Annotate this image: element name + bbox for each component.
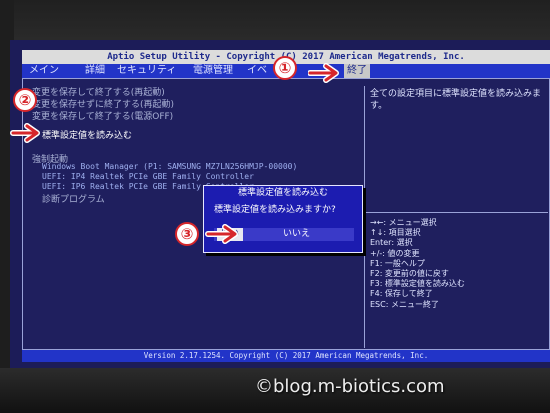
watermark: ©blog.m-biotics.com bbox=[255, 376, 445, 397]
step-2-arrow-icon bbox=[10, 123, 40, 143]
key-help-line: F4: 保存して終了 bbox=[370, 289, 433, 299]
dialog-message: 標準設定値を読み込みますか? bbox=[214, 205, 336, 215]
menu-item-save-poweroff[interactable]: 変更を保存して終了する(電源OFF) bbox=[32, 109, 173, 122]
key-help-line: F3: 標準設定値を読み込む bbox=[370, 279, 465, 289]
menu-tab-security[interactable]: セキュリティ bbox=[114, 64, 179, 78]
step-2-badge: ② bbox=[13, 88, 37, 112]
menu-tab-advanced[interactable]: 詳細 bbox=[82, 64, 108, 78]
step-1-badge: ① bbox=[273, 56, 297, 80]
key-help-line: Enter: 選択 bbox=[370, 238, 413, 248]
menu-item-load-defaults[interactable]: 標準設定値を読み込む bbox=[42, 128, 132, 141]
key-help-line: ESC: メニュー終了 bbox=[370, 299, 439, 309]
menu-tab-event[interactable]: イベ bbox=[244, 64, 270, 78]
key-help-line: ↑↓: 項目選択 bbox=[370, 228, 421, 238]
key-help-line: F1: 一般ヘルプ bbox=[370, 258, 425, 268]
help-text: 全ての設定項目に標準設定値を読み込みます。 bbox=[370, 89, 542, 111]
help-divider bbox=[366, 212, 548, 213]
menu-tab-main[interactable]: メイン bbox=[26, 64, 62, 78]
key-help-line: →←: メニュー選択 bbox=[370, 218, 437, 227]
no-button[interactable]: いいえ bbox=[279, 228, 314, 241]
key-help-line: F2: 変更前の値に戻す bbox=[370, 269, 449, 279]
boot-option-windows[interactable]: Windows Boot Manager (P1: SAMSUNG MZ7LN2… bbox=[42, 162, 297, 171]
menu-item-diagnostics[interactable]: 診断プログラム bbox=[42, 192, 105, 205]
version-footer: Version 2.17.1254. Copyright (C) 2017 Am… bbox=[22, 350, 550, 362]
menu-tab-power[interactable]: 電源管理 bbox=[190, 64, 236, 78]
step-1-arrow-icon bbox=[308, 63, 339, 83]
menu-tab-exit[interactable]: 終了 bbox=[344, 64, 370, 78]
dialog-title: 標準設定値を読み込む bbox=[234, 188, 331, 198]
step-3-arrow-icon bbox=[205, 224, 238, 244]
step-3-badge: ③ bbox=[175, 222, 199, 246]
key-help-line: +/-: 値の変更 bbox=[370, 248, 420, 258]
panel-divider bbox=[364, 86, 365, 348]
key-help: →←: メニュー選択 ↑↓: 項目選択 Enter: 選択 +/-: 値の変更 … bbox=[370, 218, 546, 310]
